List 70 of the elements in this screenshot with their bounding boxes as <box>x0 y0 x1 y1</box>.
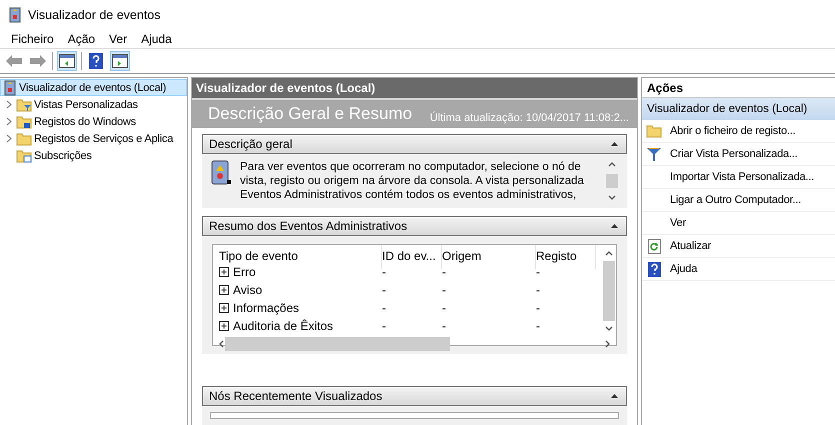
tree-item[interactable]: Vistas Personalizadas <box>0 96 187 113</box>
table-cell-text: - <box>382 318 387 335</box>
refresh-icon <box>648 238 660 254</box>
menu-item[interactable]: Ver <box>102 30 134 48</box>
help-icon <box>648 262 660 276</box>
expand-icon[interactable] <box>219 266 229 277</box>
folder-icon <box>16 132 32 146</box>
table-cell: Aviso <box>219 280 382 299</box>
section-header[interactable]: Nós Recentemente Visualizados <box>202 386 627 406</box>
scroll-up-icon[interactable] <box>605 248 613 257</box>
table-cell: Auditoria de Êxitos <box>219 316 382 335</box>
scrollbar-thumb[interactable] <box>606 174 618 188</box>
description-text: Para ver eventos que ocorreram no computador, selecione o nó de vista, registo ou origem na árvore da consola. A vista personalizada Eventos Administrativos contém todos os eventos administrativos, <box>240 160 585 202</box>
table-cell-text: - <box>536 282 541 299</box>
action-link[interactable]: Importar Vista Personalizada... <box>642 166 835 189</box>
page-title: Descrição Geral e Resumo <box>208 104 412 124</box>
scrollbar-thumb[interactable] <box>603 260 615 321</box>
section-header[interactable]: Resumo dos Eventos Administrativos <box>202 216 627 236</box>
scroll-down-icon[interactable] <box>605 324 613 333</box>
folder-icon <box>16 98 32 112</box>
menu-item[interactable]: Ação <box>60 30 102 48</box>
scroll-up-icon[interactable] <box>608 160 616 168</box>
actions-group-header[interactable]: Visualizador de eventos (Local) <box>642 98 835 120</box>
tree-item[interactable]: Subscrições <box>0 147 187 164</box>
menu-item[interactable]: Ajuda <box>134 30 179 48</box>
collapse-icon[interactable] <box>611 394 618 398</box>
show-actions-button[interactable] <box>110 51 130 71</box>
show-tree-button[interactable] <box>57 51 77 71</box>
folder-icon <box>16 114 32 128</box>
table-cell-text: - <box>536 300 541 317</box>
table-cell-text: - <box>442 282 447 299</box>
collapse-icon[interactable] <box>611 224 618 228</box>
window-title: Visualizador de eventos <box>28 8 160 22</box>
table-cell-text: - <box>382 282 387 299</box>
table-cell-text: - <box>536 318 541 335</box>
pane-header: Visualizador de eventos (Local) <box>192 78 637 98</box>
action-link[interactable]: Ligar a Outro Computador... <box>642 189 835 212</box>
menu-item[interactable]: Ficheiro <box>4 30 61 48</box>
scroll-left-icon[interactable] <box>217 340 225 348</box>
expand-icon[interactable] <box>219 302 229 313</box>
scroll-right-icon[interactable] <box>604 340 612 348</box>
help-button[interactable] <box>86 51 106 71</box>
event-log-icon <box>8 7 22 23</box>
event-log-icon <box>210 160 232 186</box>
scroll-down-icon[interactable] <box>608 194 616 202</box>
filter-icon <box>647 148 661 160</box>
column-header[interactable]: Origem <box>442 244 536 269</box>
tree-item[interactable]: Registos de Serviços e Aplica <box>0 130 187 147</box>
collapse-icon[interactable] <box>611 142 618 146</box>
column-header[interactable]: Registo <box>536 244 596 269</box>
expand-icon[interactable] <box>219 320 229 331</box>
column-header[interactable]: ID do ev... <box>382 244 442 269</box>
section-header[interactable]: Descrição geral <box>202 134 627 154</box>
action-link[interactable]: Ajuda <box>642 258 835 281</box>
table-cell: Informações <box>219 298 382 317</box>
scrollbar-thumb[interactable] <box>225 336 450 351</box>
tree-item[interactable]: Registos do Windows <box>0 113 187 130</box>
action-link[interactable]: Atualizar <box>642 235 835 258</box>
action-link[interactable]: Ver <box>642 212 835 235</box>
table-cell-text: - <box>382 300 387 317</box>
action-link[interactable]: Criar Vista Personalizada... <box>642 143 835 166</box>
last-updated: Última atualização: 10/04/2017 11:08:2... <box>430 110 629 124</box>
expand-icon[interactable] <box>219 284 229 295</box>
event-log-icon <box>3 80 17 96</box>
table-cell-text: - <box>442 318 447 335</box>
table-cell-text: - <box>442 300 447 317</box>
folder-icon <box>16 148 32 162</box>
action-link[interactable]: Abrir o ficheiro de registo... <box>642 120 835 143</box>
tree-item[interactable]: Visualizador de eventos (Local) <box>0 79 187 96</box>
folder-icon <box>646 124 662 138</box>
